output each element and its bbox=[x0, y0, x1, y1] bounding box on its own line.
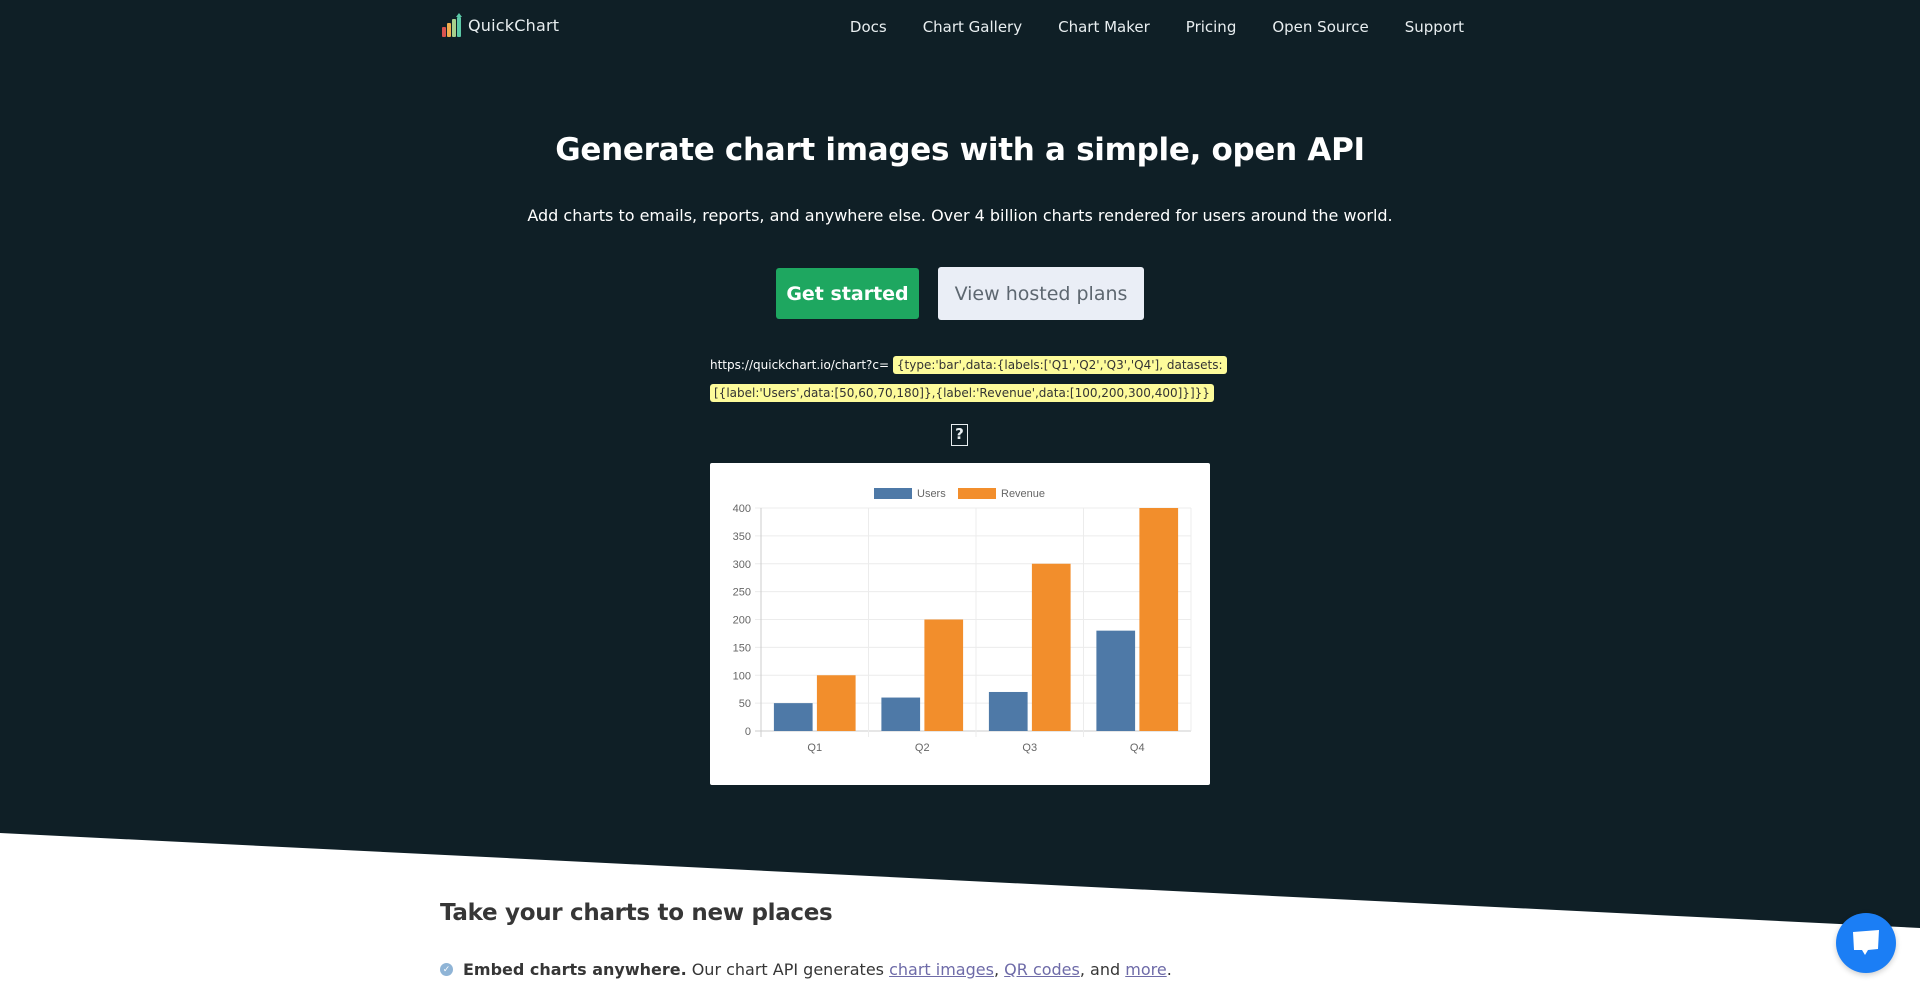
url-code-part-2: [{label:'Users',data:[50,60,70,180]},{la… bbox=[710, 384, 1214, 402]
bar-users-q2 bbox=[881, 697, 921, 731]
more-link[interactable]: more bbox=[1125, 960, 1166, 979]
example-url-line-1: https://quickchart.io/chart?c= {type:'ba… bbox=[710, 356, 1227, 374]
hero-title: Generate chart images with a simple, ope… bbox=[555, 132, 1365, 168]
legend-label-users: Users bbox=[917, 488, 946, 500]
y-tick-label: 150 bbox=[733, 642, 751, 654]
url-prefix: https://quickchart.io/chart?c= bbox=[710, 358, 890, 372]
feature-text: Our chart API generates bbox=[691, 960, 884, 979]
y-tick-label: 300 bbox=[733, 559, 751, 571]
y-tick-label: 50 bbox=[739, 698, 751, 710]
bar-revenue-q4 bbox=[1139, 508, 1179, 731]
nav-link-chart-gallery[interactable]: Chart Gallery bbox=[923, 18, 1022, 36]
logo-link[interactable]: QuickChart bbox=[441, 13, 559, 37]
nav-links: Docs Chart Gallery Chart Maker Pricing O… bbox=[814, 18, 1464, 36]
top-nav: QuickChart Docs Chart Gallery Chart Make… bbox=[0, 0, 1920, 56]
legend-swatch-revenue bbox=[958, 488, 996, 499]
section-title: Take your charts to new places bbox=[440, 900, 833, 926]
x-tick-label: Q2 bbox=[915, 742, 930, 754]
separator: . bbox=[1166, 960, 1172, 979]
bar-users-q3 bbox=[988, 691, 1028, 731]
nav-link-chart-maker[interactable]: Chart Maker bbox=[1058, 18, 1150, 36]
y-tick-label: 0 bbox=[745, 726, 751, 738]
hero-subtitle: Add charts to emails, reports, and anywh… bbox=[527, 206, 1393, 225]
bar-users-q4 bbox=[1096, 630, 1136, 731]
feature-title: Embed charts anywhere. bbox=[463, 960, 687, 979]
logo-text: QuickChart bbox=[468, 15, 560, 35]
bar-revenue-q3 bbox=[1031, 563, 1071, 731]
bar-revenue-q2 bbox=[924, 619, 964, 731]
y-tick-label: 100 bbox=[733, 670, 751, 682]
chart-preview: 0 50 100 150 200 250 300 350 400 Q1 Q2 Q3 Q4 Users Re… bbox=[710, 463, 1210, 785]
chat-widget-button[interactable] bbox=[1836, 913, 1896, 973]
x-tick-label: Q1 bbox=[807, 742, 822, 754]
y-tick-label: 350 bbox=[733, 531, 751, 543]
y-tick-label: 200 bbox=[733, 615, 751, 627]
separator: , and bbox=[1079, 960, 1121, 979]
feature-item-embed: ✓ Embed charts anywhere. Our chart API g… bbox=[440, 960, 1172, 979]
x-tick-label: Q4 bbox=[1130, 742, 1145, 754]
broken-image-icon: ? bbox=[951, 424, 968, 446]
bar-chart: 0 50 100 150 200 250 300 350 400 Q1 Q2 Q3 Q4 Users Re… bbox=[733, 488, 1192, 754]
y-tick-label: 250 bbox=[733, 587, 751, 599]
bar-users-q1 bbox=[773, 703, 813, 731]
qr-codes-link[interactable]: QR codes bbox=[1004, 960, 1080, 979]
nav-link-support[interactable]: Support bbox=[1405, 18, 1464, 36]
nav-link-open-source[interactable]: Open Source bbox=[1272, 18, 1368, 36]
example-url-line-2: [{label:'Users',data:[50,60,70,180]},{la… bbox=[710, 384, 1214, 402]
view-hosted-plans-button[interactable]: View hosted plans bbox=[938, 267, 1144, 320]
logo-bar-chart-icon bbox=[442, 13, 462, 37]
x-tick-label: Q3 bbox=[1022, 742, 1037, 754]
check-circle-icon: ✓ bbox=[440, 963, 453, 976]
chart-images-link[interactable]: chart images bbox=[889, 960, 994, 979]
url-code-part-1: {type:'bar',data:{labels:['Q1','Q2','Q3'… bbox=[892, 356, 1227, 374]
y-tick-label: 400 bbox=[733, 503, 751, 515]
bar-revenue-q1 bbox=[816, 675, 856, 731]
get-started-button[interactable]: Get started bbox=[776, 268, 919, 319]
nav-link-pricing[interactable]: Pricing bbox=[1186, 18, 1237, 36]
legend-swatch-users bbox=[874, 488, 912, 499]
legend-label-revenue: Revenue bbox=[1001, 488, 1045, 500]
chat-bubble-icon bbox=[1853, 930, 1879, 955]
nav-link-docs[interactable]: Docs bbox=[850, 18, 887, 36]
separator: , bbox=[993, 960, 1000, 979]
